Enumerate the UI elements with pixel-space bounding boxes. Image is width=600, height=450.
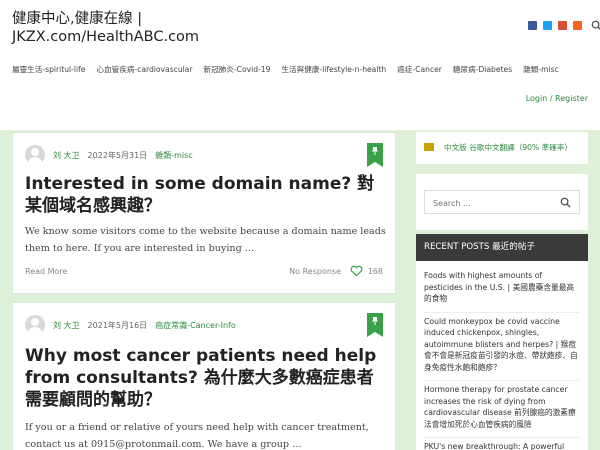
flag-icon: [424, 143, 434, 151]
post-meta: 刘 大卫 2021年5月16日 癌症常識-Cancer-Info: [25, 315, 236, 335]
nav-item-diabetes[interactable]: 糖尿病-Diabetes: [453, 64, 512, 75]
search-icon[interactable]: [591, 20, 600, 31]
response-count[interactable]: No Response: [289, 267, 341, 276]
post-card: 刘 大卫 2021年5月16日 癌症常識-Cancer-Info Why mos…: [12, 302, 396, 450]
post-excerpt: We know some visitors come to the websit…: [25, 226, 386, 254]
read-more-link[interactable]: Read More: [25, 267, 67, 276]
post-meta: 刘 大卫 2022年5月31日 雜類-misc: [25, 145, 193, 165]
site-title[interactable]: 健康中心,健康在線 | JKZX.com/HealthABC.com: [12, 10, 252, 46]
avatar: [25, 315, 45, 335]
recent-posts-title: RECENT POSTS 最近的帖子: [416, 234, 588, 261]
list-item[interactable]: Could monkeypox be covid vaccine induced…: [424, 313, 580, 381]
pin-icon: [367, 143, 383, 167]
post-date[interactable]: 2022年5月31日: [88, 150, 148, 161]
list-item[interactable]: Hormone therapy for prostate cancer incr…: [424, 381, 580, 438]
translate-link[interactable]: 中文版 谷歌中文翻譯（90% 準確率）: [444, 142, 572, 153]
post-author[interactable]: 刘 大卫: [53, 150, 80, 161]
search-field: [424, 190, 580, 215]
post-title[interactable]: Why most cancer patients need help from …: [25, 345, 385, 411]
main-nav: 屬靈生活-spiritul-life 心血管疾病-cardiovascular …: [12, 64, 559, 75]
recent-posts-widget: RECENT POSTS 最近的帖子 Foods with highest am…: [416, 234, 588, 450]
post-category[interactable]: 雜類-misc: [155, 150, 192, 161]
nav-item-misc[interactable]: 雜類-misc: [523, 64, 559, 75]
facebook-icon[interactable]: [528, 21, 537, 30]
login-register-link[interactable]: Login / Register: [526, 94, 588, 103]
recent-posts-list: Foods with highest amounts of pesticides…: [416, 261, 588, 450]
like-count: 168: [367, 267, 383, 276]
list-item[interactable]: PKU's new breakthrough: A powerful: [424, 438, 580, 450]
post-card: 刘 大卫 2022年5月31日 雜類-misc Interested in so…: [12, 132, 396, 294]
post-category[interactable]: 癌症常識-Cancer-Info: [155, 320, 236, 331]
post-excerpt: If you or a friend or relative of yours …: [25, 422, 369, 450]
avatar: [25, 145, 45, 165]
social-links: [528, 20, 600, 31]
list-item[interactable]: Foods with highest amounts of pesticides…: [424, 267, 580, 313]
post-date[interactable]: 2021年5月16日: [88, 320, 148, 331]
search-icon[interactable]: [560, 197, 571, 208]
post-author[interactable]: 刘 大卫: [53, 320, 80, 331]
post-title[interactable]: Interested in some domain name? 對某個域名感興趣…: [25, 173, 385, 217]
nav-item-cardiovascular[interactable]: 心血管疾病-cardiovascular: [96, 64, 192, 75]
nav-item-lifestyle[interactable]: 生活與健康-lifestyle-n-health: [281, 64, 386, 75]
nav-item-spiritual-life[interactable]: 屬靈生活-spiritul-life: [12, 64, 85, 75]
pin-icon: [367, 313, 383, 337]
site-header: 健康中心,健康在線 | JKZX.com/HealthABC.com 屬靈生活-…: [0, 0, 600, 130]
rss-icon[interactable]: [573, 21, 582, 30]
nav-item-cancer[interactable]: 癌症-Cancer: [397, 64, 442, 75]
search-input[interactable]: [425, 192, 545, 215]
nav-item-covid-19[interactable]: 新冠肺炎-Covid-19: [204, 64, 271, 75]
search-widget: [416, 174, 588, 230]
google-plus-icon[interactable]: [558, 21, 567, 30]
translate-widget: 中文版 谷歌中文翻譯（90% 準確率）: [416, 132, 588, 164]
twitter-icon[interactable]: [543, 21, 552, 30]
heart-icon[interactable]: [350, 265, 363, 277]
